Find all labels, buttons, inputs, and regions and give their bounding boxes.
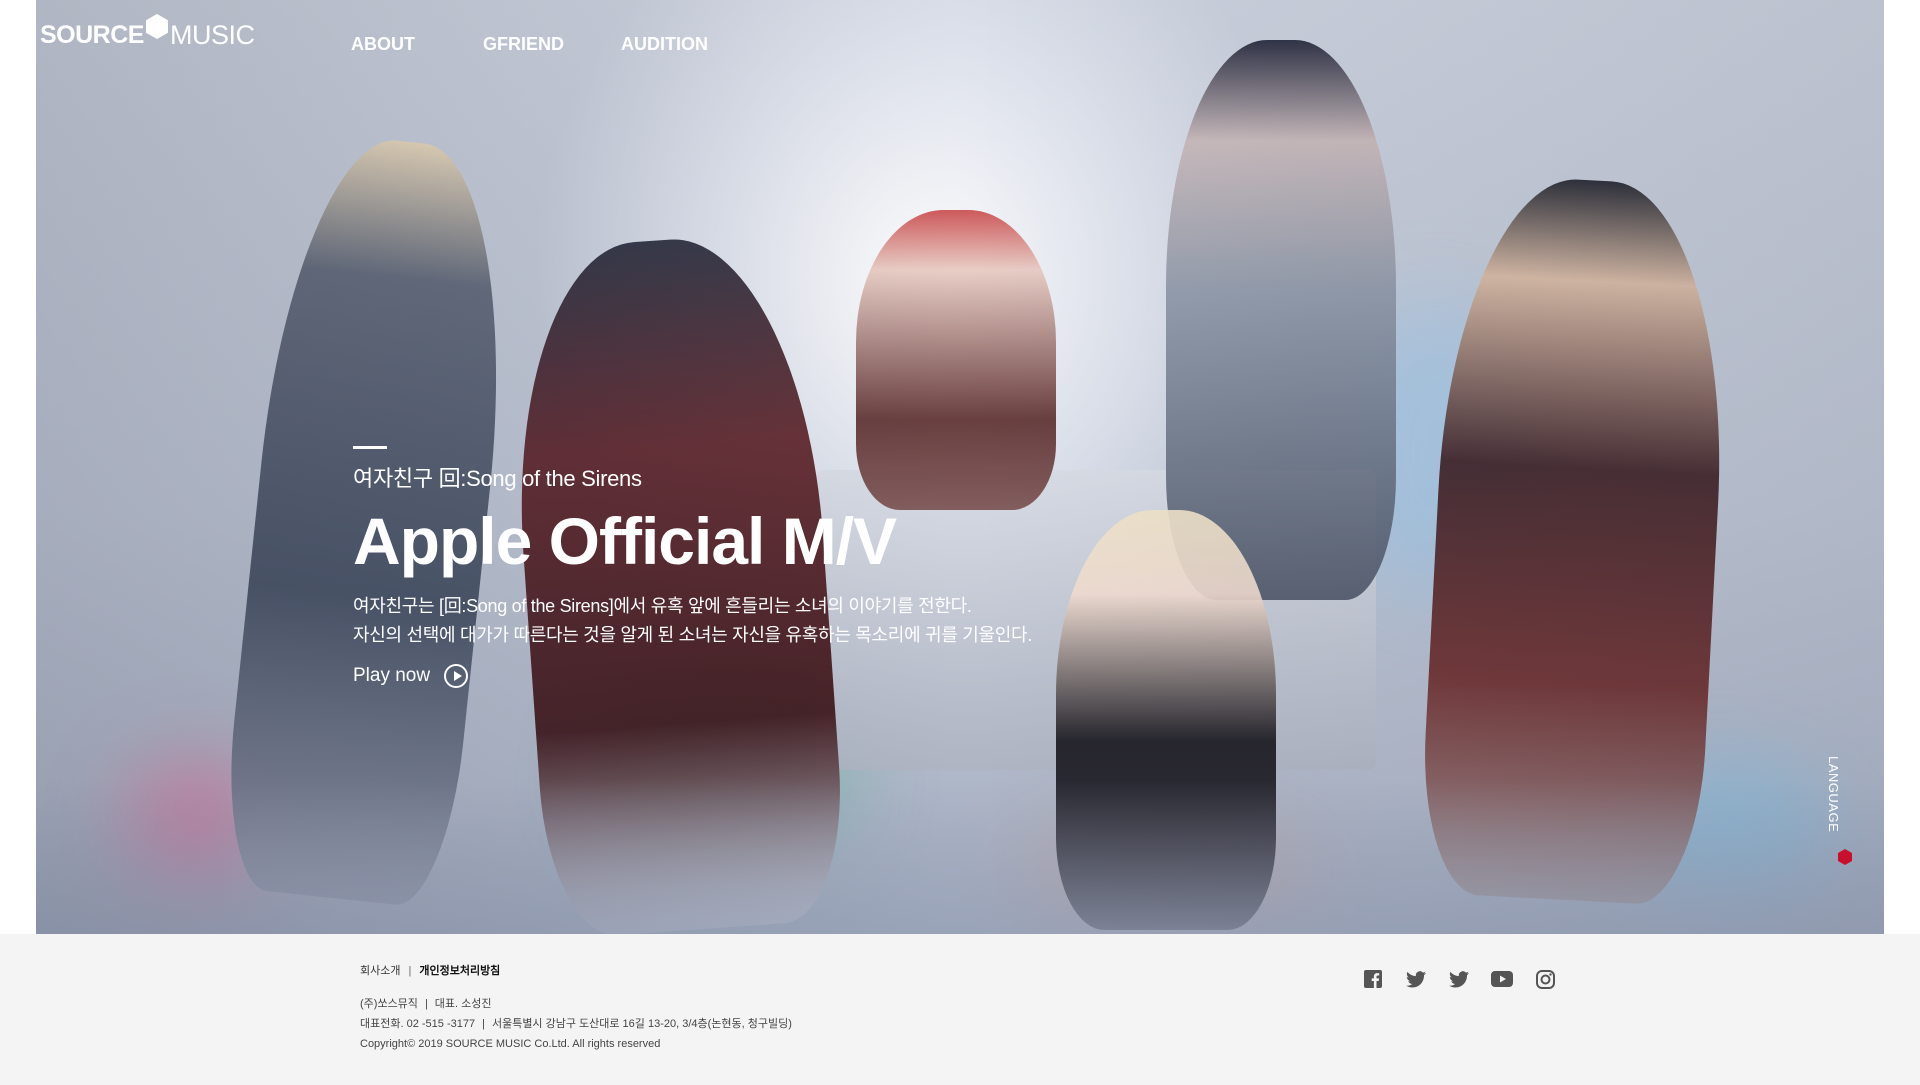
facebook-icon[interactable] bbox=[1362, 968, 1384, 990]
hero-accent-line bbox=[353, 446, 387, 449]
play-now-button[interactable]: Play now bbox=[353, 663, 1032, 688]
address: 서울특별시 강남구 도산대로 16길 13-20, 3/4층(논현동, 청구빌딩… bbox=[491, 1018, 792, 1030]
phone-number: 대표전화. 02 -515 -3177 bbox=[360, 1018, 476, 1030]
hero-description: 여자친구는 [回:Song of the Sirens]에서 유혹 앞에 흔들리… bbox=[353, 592, 1032, 650]
nav-item-audition[interactable]: AUDITION bbox=[621, 34, 708, 55]
footer-links: 회사소개 | 개인정보처리방침 bbox=[360, 962, 500, 978]
copyright: Copyright© 2019 SOURCE MUSIC Co.Ltd. All… bbox=[360, 1038, 661, 1050]
hero-description-line: 여자친구는 [回:Song of the Sirens]에서 유혹 앞에 흔들리… bbox=[353, 595, 972, 616]
hero-title: Apple Official M/V bbox=[353, 504, 897, 578]
play-circle-icon bbox=[444, 663, 469, 688]
logo-text-source: SOURCE bbox=[40, 21, 144, 49]
source-music-logo[interactable]: SOURCE MUSIC bbox=[40, 14, 255, 51]
twitter-icon[interactable] bbox=[1448, 968, 1470, 990]
instagram-icon[interactable] bbox=[1534, 968, 1556, 990]
twitter-icon[interactable] bbox=[1405, 968, 1427, 990]
play-now-label: Play now bbox=[353, 664, 431, 686]
hero-content: 여자친구 回:Song of the Sirens Apple Official… bbox=[353, 446, 1032, 688]
youtube-icon[interactable] bbox=[1491, 968, 1513, 990]
divider: | bbox=[408, 965, 412, 977]
nav-item-about[interactable]: ABOUT bbox=[351, 34, 415, 55]
page: SOURCE MUSIC ABOUT GFRIEND AUDITION 여자친구… bbox=[0, 0, 1920, 1085]
main-nav: ABOUT GFRIEND AUDITION bbox=[351, 34, 776, 55]
ceo-name: 대표. 소성진 bbox=[434, 998, 492, 1010]
hero-description-line: 자신의 선택에 대가가 따른다는 것을 알게 된 소녀는 자신을 유혹하는 목소… bbox=[353, 624, 1032, 645]
nav-item-gfriend[interactable]: GFRIEND bbox=[483, 34, 564, 55]
logo-text-music: MUSIC bbox=[169, 20, 255, 50]
social-links bbox=[1362, 968, 1577, 990]
divider: | bbox=[482, 1018, 485, 1030]
footer: 회사소개 | 개인정보처리방침 (주)쏘스뮤직 | 대표. 소성진 대표전화. 02 -… bbox=[0, 934, 1920, 1085]
footer-link-privacy[interactable]: 개인정보처리방침 bbox=[419, 965, 500, 977]
company-name: (주)쏘스뮤직 bbox=[360, 998, 418, 1010]
footer-link-company[interactable]: 회사소개 bbox=[360, 965, 400, 977]
language-selector[interactable]: LANGUAGE bbox=[1826, 756, 1841, 832]
footer-info: (주)쏘스뮤직 | 대표. 소성진 대표전화. 02 -515 -3177 | 서울특별… bbox=[360, 994, 792, 1054]
divider: | bbox=[424, 998, 428, 1010]
hero-subtitle: 여자친구 回:Song of the Sirens bbox=[353, 466, 642, 491]
